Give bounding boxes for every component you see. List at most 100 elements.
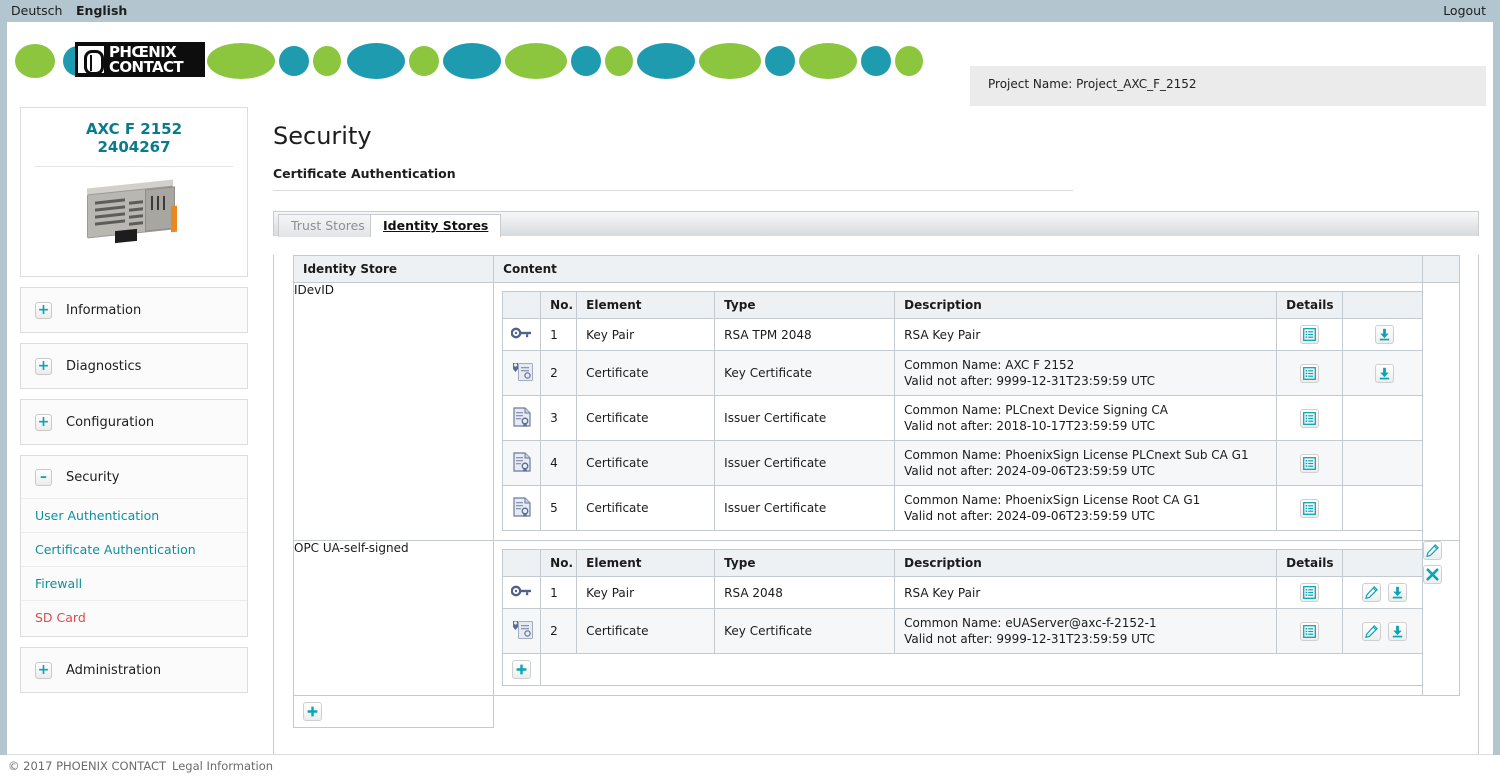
add-store-filler <box>493 695 1423 728</box>
details-button[interactable] <box>1300 363 1320 383</box>
sidebar-item-firewall[interactable]: Firewall <box>21 566 247 600</box>
identity-store-name: IDevID <box>292 282 495 541</box>
sidebar-group-information[interactable]: + Information <box>20 287 248 333</box>
legal-information-link[interactable]: Legal Information <box>172 759 273 773</box>
tab-trust-stores[interactable]: Trust Stores <box>278 214 378 237</box>
sidebar-item-user-authentication[interactable]: User Authentication <box>21 498 247 532</box>
content-column-element: Element <box>576 291 716 319</box>
plus-icon[interactable]: + <box>35 661 52 679</box>
brand-pill <box>443 43 501 79</box>
sidebar-security-sublist: User Authentication Certificate Authenti… <box>21 498 247 636</box>
sidebar-group-diagnostics[interactable]: + Diagnostics <box>20 343 248 389</box>
tab-identity-stores[interactable]: Identity Stores <box>370 214 502 237</box>
details-button[interactable] <box>1300 325 1320 344</box>
content-column-blank <box>502 549 542 577</box>
content-column-element: Element <box>576 549 716 577</box>
column-identity-store: Identity Store <box>292 255 495 283</box>
content-table: No. Element Type Description Details 1 Key Pai… <box>502 291 1428 531</box>
cell-element: Key Pair <box>576 576 716 609</box>
details-button[interactable] <box>1300 621 1320 641</box>
delete-store-button[interactable] <box>1422 565 1442 584</box>
cell-details <box>1276 318 1344 351</box>
add-identity-store-button[interactable] <box>303 702 322 721</box>
footer: © 2017 PHOENIX CONTACT Legal Information <box>0 755 1500 776</box>
download-button[interactable] <box>1388 621 1408 641</box>
copyright-text: © 2017 PHOENIX CONTACT <box>8 759 167 773</box>
certificate-icon <box>512 496 532 521</box>
description-line-1: Common Name: eUAServer@axc-f-2152-1 <box>904 616 1157 630</box>
sidebar-group-administration[interactable]: + Administration <box>20 647 248 693</box>
cell-type: Issuer Certificate <box>714 395 896 441</box>
device-name: AXC F 2152 <box>85 120 183 138</box>
content-add-row <box>502 653 1428 686</box>
details-button[interactable] <box>1300 453 1320 473</box>
sidebar-item-certificate-authentication[interactable]: Certificate Authentication <box>21 532 247 566</box>
element-type-icon-cell <box>502 440 542 486</box>
element-type-icon-cell <box>502 576 542 609</box>
description-line-2: Valid not after: 9999-12-31T23:59:59 UTC <box>904 632 1155 646</box>
sidebar-item-sd-card[interactable]: SD Card <box>21 600 247 634</box>
download-button[interactable] <box>1375 363 1395 383</box>
cell-details <box>1276 395 1344 441</box>
cell-description: Common Name: AXC F 2152 Valid not after: … <box>894 350 1278 396</box>
content-column-no-: No. <box>540 291 578 319</box>
language-bar: Deutsch English Logout <box>0 0 1500 22</box>
cell-details <box>1276 485 1344 531</box>
edit-store-button[interactable] <box>1422 541 1442 560</box>
add-store-cell <box>292 695 495 728</box>
content-row: 5 Certificate Issuer Certificate Common Nam… <box>502 485 1428 531</box>
cell-no: 2 <box>540 608 578 654</box>
cell-description: RSA Key Pair <box>894 318 1278 351</box>
add-element-button[interactable] <box>512 660 532 679</box>
edit-button[interactable] <box>1362 621 1382 641</box>
description-line-2: Valid not after: 2018-10-17T23:59:59 UTC <box>904 419 1155 433</box>
cell-no: 1 <box>540 318 578 351</box>
content-row: 3 Certificate Issuer Certificate Common Nam… <box>502 395 1428 441</box>
details-button[interactable] <box>1300 408 1320 428</box>
details-button[interactable] <box>1300 583 1320 602</box>
download-button[interactable] <box>1375 325 1395 344</box>
cell-details <box>1276 608 1344 654</box>
brand-pill <box>699 43 761 79</box>
key-certificate-icon <box>510 361 534 386</box>
cell-type: Issuer Certificate <box>714 440 896 486</box>
cell-row-actions <box>1342 350 1428 396</box>
content-table: No. Element Type Description Details 1 Key Pai… <box>502 549 1428 686</box>
minus-icon[interactable]: – <box>35 468 52 486</box>
element-type-icon-cell <box>502 608 542 654</box>
plus-icon[interactable]: + <box>35 301 52 319</box>
brand-pill <box>861 46 891 76</box>
cell-element: Certificate <box>576 485 716 531</box>
identity-store-content: No. Element Type Description Details 1 Key Pai… <box>493 540 1428 696</box>
column-spacer <box>1421 255 1461 283</box>
cell-description: Common Name: PLCnext Device Signing CA Va… <box>894 395 1278 441</box>
description-line-2: Valid not after: 2024-09-06T23:59:59 UTC <box>904 464 1155 478</box>
content-column-details: Details <box>1276 291 1344 319</box>
cell-row-actions <box>1342 576 1428 609</box>
edit-button[interactable] <box>1362 583 1382 602</box>
plus-icon[interactable]: + <box>35 357 52 375</box>
language-english[interactable]: English <box>76 3 127 18</box>
add-row-filler <box>540 653 1428 686</box>
section-title: Certificate Authentication <box>273 166 456 181</box>
language-german[interactable]: Deutsch <box>11 3 62 18</box>
logout-link[interactable]: Logout <box>1443 3 1486 18</box>
content-row: 4 Certificate Issuer Certificate Common Nam… <box>502 440 1428 486</box>
device-image <box>81 176 189 248</box>
sidebar-group-label: Security <box>66 469 120 485</box>
add-element-cell <box>502 653 542 686</box>
brand-pill <box>637 43 695 79</box>
sidebar-group-security-header[interactable]: – Security <box>21 456 247 498</box>
details-button[interactable] <box>1300 498 1320 518</box>
sidebar-group-label: Diagnostics <box>66 358 142 374</box>
description-line-2: Valid not after: 9999-12-31T23:59:59 UTC <box>904 374 1155 388</box>
cell-details <box>1276 576 1344 609</box>
description-line-1: Common Name: PLCnext Device Signing CA <box>904 403 1168 417</box>
content-column-description: Description <box>894 291 1278 319</box>
plus-icon[interactable]: + <box>35 413 52 431</box>
cell-description: RSA Key Pair <box>894 576 1278 609</box>
sidebar-group-configuration[interactable]: + Configuration <box>20 399 248 445</box>
phoenix-contact-logo: PHŒNIX CONTACT <box>75 42 205 77</box>
certificate-icon <box>512 406 532 431</box>
download-button[interactable] <box>1388 583 1408 602</box>
